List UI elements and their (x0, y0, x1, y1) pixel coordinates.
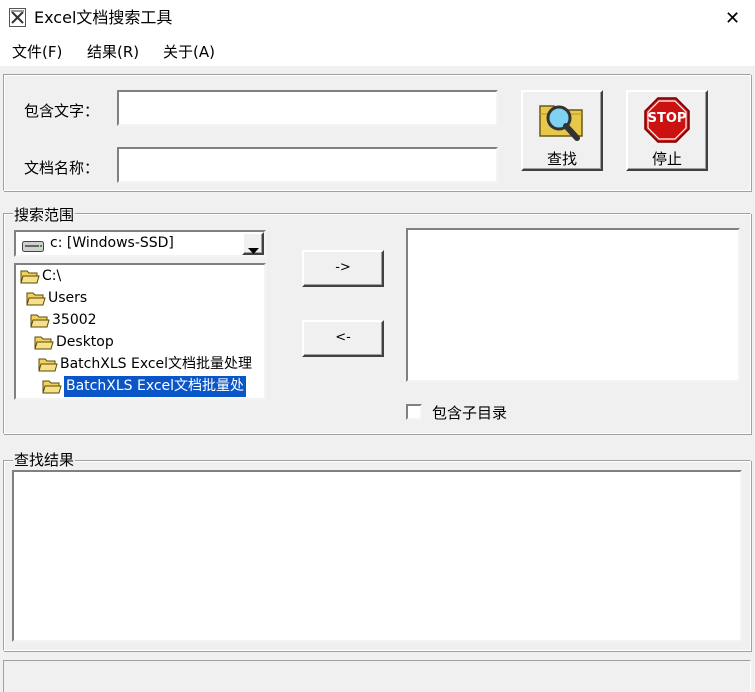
status-bar (3, 660, 751, 692)
results-title: 查找结果 (13, 450, 76, 470)
contains-text-label: 包含文字： (24, 102, 100, 120)
drive-select[interactable]: c: [Windows-SSD] (14, 230, 266, 257)
app-icon (9, 8, 26, 27)
selected-folders-list[interactable] (406, 228, 740, 382)
contains-text-input[interactable] (117, 90, 498, 126)
tree-item-label: Desktop (56, 334, 114, 350)
menu-results[interactable]: 结果(R) (87, 42, 139, 62)
close-icon: ✕ (724, 7, 741, 29)
remove-folder-button[interactable]: <- (302, 320, 384, 357)
tree-item-label: BatchXLS Excel文档批量处理 (60, 356, 253, 372)
tree-item[interactable]: Desktop (34, 332, 114, 353)
tree-item-selected[interactable]: BatchXLS Excel文档批量处 (42, 376, 247, 397)
open-folder-icon (34, 336, 54, 350)
tree-item-label: C:\ (42, 268, 62, 284)
open-folder-icon (38, 358, 58, 372)
stop-sign-icon: STOP (644, 97, 690, 143)
drive-icon (22, 238, 44, 252)
results-list[interactable] (12, 470, 742, 642)
open-folder-icon (26, 292, 46, 306)
tree-item[interactable]: 35002 (30, 310, 97, 331)
close-button[interactable]: ✕ (710, 0, 755, 36)
stop-button-label: 停止 (651, 150, 682, 168)
drive-select-value: c: [Windows-SSD] (50, 235, 174, 251)
add-folder-button[interactable]: -> (302, 250, 384, 287)
tree-item-label: Users (48, 290, 88, 306)
open-folder-icon (20, 270, 40, 284)
folder-tree[interactable]: C:\ Users 35002 Desktop BatchXLS Excel文档… (14, 263, 266, 400)
file-name-label: 文档名称： (24, 159, 100, 177)
menu-about[interactable]: 关于(A) (163, 42, 215, 62)
tree-item[interactable]: Users (26, 288, 87, 309)
find-button[interactable]: 查找 (521, 90, 603, 171)
tree-item-label: 35002 (52, 312, 97, 328)
tree-item[interactable]: C:\ (20, 266, 61, 287)
include-subdirs-checkbox[interactable] (406, 404, 422, 420)
window-title: Excel文档搜索工具 (34, 8, 173, 27)
stop-sign-text: STOP (647, 111, 687, 126)
include-subdirs-label: 包含子目录 (432, 404, 508, 422)
chevron-down-icon (248, 241, 259, 259)
remove-folder-button-label: <- (335, 330, 351, 345)
file-name-input[interactable] (117, 147, 498, 183)
add-folder-button-label: -> (335, 260, 351, 275)
drive-dropdown-button[interactable] (242, 232, 264, 255)
search-scope-title: 搜索范围 (13, 205, 76, 225)
tree-item-label: BatchXLS Excel文档批量处 (64, 376, 247, 397)
magnifier-folder-icon (537, 96, 587, 142)
tree-item[interactable]: BatchXLS Excel文档批量处理 (38, 354, 252, 375)
menu-file[interactable]: 文件(F) (12, 42, 62, 62)
stop-button[interactable]: STOP 停止 (626, 90, 708, 171)
open-folder-icon (30, 314, 50, 328)
find-button-label: 查找 (546, 150, 577, 168)
open-folder-icon (42, 380, 62, 394)
